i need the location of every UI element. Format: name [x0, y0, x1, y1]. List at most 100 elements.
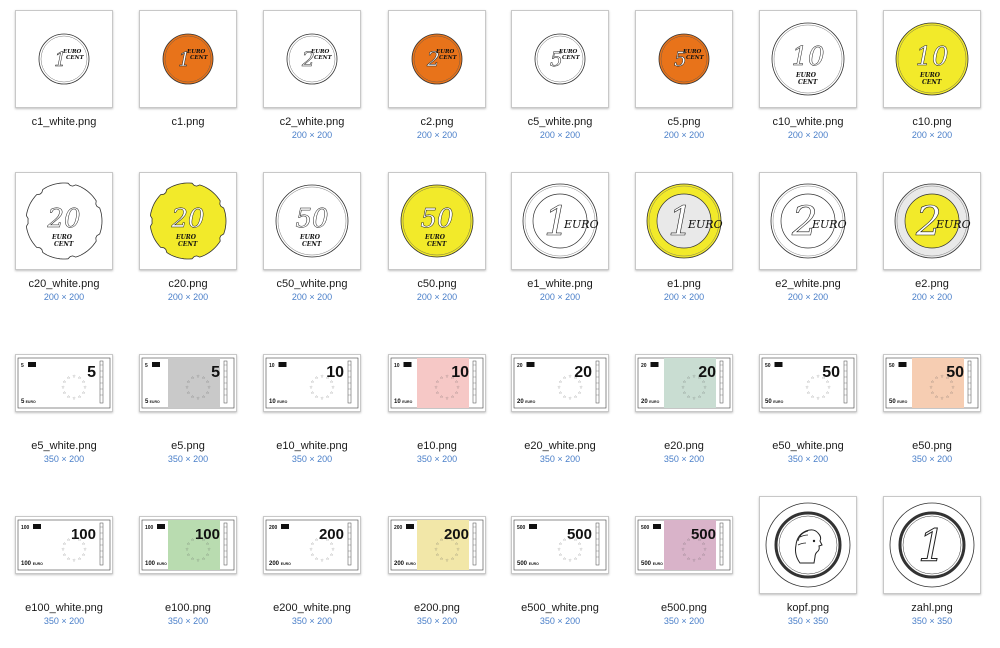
- file-thumbnail[interactable]: 200 200 ☆ ☆ ☆ ☆ ☆ ☆ ☆ ☆ ☆ ☆ ☆ ☆ 200 EURO: [388, 516, 486, 574]
- file-item[interactable]: 200 200 ☆ ☆ ☆ ☆ ☆ ☆ ☆ ☆ ☆ ☆ ☆ ☆ 200 EURO e200_white.png 3…: [250, 486, 374, 648]
- file-item[interactable]: 200 200 ☆ ☆ ☆ ☆ ☆ ☆ ☆ ☆ ☆ ☆ ☆ ☆ 200 EURO e200.png 350 × 2…: [375, 486, 499, 648]
- thumbnail-image: 5 5☆☆☆☆☆☆☆☆☆ ☆ ☆☆5 EURO: [17, 357, 111, 409]
- file-thumbnail[interactable]: 50 50 ☆ ☆ ☆ ☆ ☆ ☆ ☆ ☆ ☆ ☆ ☆ ☆ 50 EURO: [883, 354, 981, 412]
- file-name: c2.png: [420, 116, 454, 128]
- file-thumbnail[interactable]: 10 EURO CENT: [883, 10, 981, 108]
- note-star: ☆: [191, 537, 195, 542]
- file-item[interactable]: 10 EURO CENT c10.png 200 × 200: [870, 0, 994, 162]
- file-thumbnail[interactable]: 1 EURO CENT: [15, 10, 113, 108]
- file-name: c1.png: [171, 116, 205, 128]
- file-thumbnail[interactable]: 1 EURO: [635, 172, 733, 270]
- note-star: ☆: [940, 374, 944, 379]
- file-thumbnail[interactable]: 5 EURO CENT: [511, 10, 609, 108]
- note-bottom-label: EURO: [26, 400, 36, 404]
- coin-label-cent: CENT: [922, 79, 942, 86]
- file-thumbnail[interactable]: 2 EURO: [883, 172, 981, 270]
- file-thumbnail[interactable]: 10 EURO CENT: [759, 10, 857, 108]
- note-star: ☆: [191, 394, 195, 399]
- file-thumbnail[interactable]: 100 100 ☆ ☆ ☆ ☆ ☆ ☆ ☆ ☆ ☆ ☆ ☆ ☆ 100 EURO: [139, 516, 237, 574]
- file-item[interactable]: 100 100 ☆ ☆ ☆ ☆ ☆ ☆ ☆ ☆ ☆ ☆ ☆ ☆ 100 EURO e100_white.png 3…: [2, 486, 126, 648]
- file-item[interactable]: 1 EURO CENT c1.png: [126, 0, 250, 162]
- file-item[interactable]: 100 100 ☆ ☆ ☆ ☆ ☆ ☆ ☆ ☆ ☆ ☆ ☆ ☆ 100 EURO e100.png 350 × 2…: [126, 486, 250, 648]
- file-thumbnail[interactable]: 50 50 ☆ ☆ ☆ ☆ ☆ ☆ ☆ ☆ ☆ ☆ ☆ ☆ 50 EURO: [759, 354, 857, 412]
- note-star: ☆: [681, 385, 685, 390]
- file-thumbnail[interactable]: 50 EURO CENT: [263, 172, 361, 270]
- file-item[interactable]: 20 EURO CENT c20.png 200 × 200: [126, 162, 250, 324]
- file-item[interactable]: 1 EURO CENT c1_white.png: [2, 0, 126, 162]
- note-star: ☆: [827, 385, 831, 390]
- file-thumbnail[interactable]: 200 200 ☆ ☆ ☆ ☆ ☆ ☆ ☆ ☆ ☆ ☆ ☆ ☆ 200 EURO: [263, 516, 361, 574]
- file-item[interactable]: 10 10 ☆ ☆ ☆ ☆ ☆ ☆ ☆ ☆ ☆ ☆ ☆ ☆ 10 EURO e10.png 350 × 200: [375, 324, 499, 486]
- file-item[interactable]: 10 EURO CENT c10_white.png 200 × 200: [746, 0, 870, 162]
- file-item[interactable]: 2 EURO e2.png 200 × 200: [870, 162, 994, 324]
- coin-value: 10: [915, 42, 948, 72]
- file-thumbnail[interactable]: 50 EURO CENT: [388, 172, 486, 270]
- file-item[interactable]: 50 50 ☆ ☆ ☆ ☆ ☆ ☆ ☆ ☆ ☆ ☆ ☆ ☆ 50 EURO e50.png 350 × 200: [870, 324, 994, 486]
- thumbnail-image: 2EURO: [770, 183, 847, 259]
- coin-label: EURO: [935, 218, 971, 231]
- note-star: ☆: [950, 379, 954, 384]
- note-bottom-label: EURO: [529, 562, 539, 566]
- coin-label-cent: CENT: [439, 55, 458, 61]
- file-name: e100_white.png: [25, 602, 103, 614]
- file-item[interactable]: 50 EURO CENT c50_white.png 200 × 200: [250, 162, 374, 324]
- file-thumbnail[interactable]: 2 EURO CENT: [388, 10, 486, 108]
- file-thumbnail[interactable]: 500 500 ☆ ☆ ☆ ☆ ☆ ☆ ☆ ☆ ☆ ☆ ☆ ☆ 500 EURO: [635, 516, 733, 574]
- file-thumbnail[interactable]: 1 EURO CENT: [139, 10, 237, 108]
- file-item[interactable]: 5 5 ☆ ☆ ☆ ☆ ☆ ☆ ☆ ☆ ☆ ☆ ☆ ☆ 5 EURO e5.png 350 × 200: [126, 324, 250, 486]
- thumbnail-image: [765, 502, 851, 588]
- file-thumbnail[interactable]: 5 5 ☆ ☆ ☆ ☆ ☆ ☆ ☆ ☆ ☆ ☆ ☆ ☆ 5 EURO: [15, 354, 113, 412]
- file-item[interactable]: 1 EURO e1.png 200 × 200: [622, 162, 746, 324]
- file-item[interactable]: 1 zahl.png 350 × 350: [870, 486, 994, 648]
- file-name: kopf.png: [786, 602, 830, 614]
- note-star: ☆: [436, 390, 440, 395]
- note-corner-bar: [526, 362, 535, 367]
- file-item[interactable]: kopf.png 350 × 350: [746, 486, 870, 648]
- note-star: ☆: [456, 547, 460, 552]
- file-item[interactable]: 500 500 ☆ ☆ ☆ ☆ ☆ ☆ ☆ ☆ ☆ ☆ ☆ ☆ 500 EURO e500_white.png 3…: [498, 486, 622, 648]
- file-item[interactable]: 5 EURO CENT c5.png 200 × 200: [622, 0, 746, 162]
- note-star: ☆: [445, 396, 449, 401]
- file-thumbnail[interactable]: 100 100 ☆ ☆ ☆ ☆ ☆ ☆ ☆ ☆ ☆ ☆ ☆ ☆ 100 EURO: [15, 516, 113, 574]
- file-item[interactable]: 50 50 ☆ ☆ ☆ ☆ ☆ ☆ ☆ ☆ ☆ ☆ ☆ ☆ 50 EURO e50_white.png 350 ×…: [746, 324, 870, 486]
- file-item[interactable]: 5 EURO CENT c5_white.png 200 × 200: [498, 0, 622, 162]
- note-star: ☆: [67, 375, 71, 380]
- file-thumbnail[interactable]: 20 20 ☆ ☆ ☆ ☆ ☆ ☆ ☆ ☆ ☆ ☆ ☆ ☆ 20 EURO: [511, 354, 609, 412]
- file-thumbnail[interactable]: [759, 496, 857, 594]
- note-corner-bar: [278, 362, 287, 367]
- file-item[interactable]: 50 EURO CENT c50.png 200 × 200: [375, 162, 499, 324]
- file-dimensions: 200 × 200: [291, 292, 333, 302]
- file-thumbnail[interactable]: 5 EURO CENT: [635, 10, 733, 108]
- note-bottom-label: EURO: [653, 562, 663, 566]
- file-thumbnail[interactable]: 2 EURO CENT: [263, 10, 361, 108]
- note-star: ☆: [191, 556, 195, 561]
- file-thumbnail[interactable]: 1: [883, 496, 981, 594]
- file-item[interactable]: 5 5 ☆ ☆ ☆ ☆ ☆ ☆ ☆ ☆ ☆ ☆ ☆ ☆ 5 EURO e5_white.png 350 × 200: [2, 324, 126, 486]
- file-item[interactable]: 1 EURO e1_white.png 200 × 200: [498, 162, 622, 324]
- note-star: ☆: [330, 541, 334, 546]
- file-thumbnail[interactable]: 1 EURO: [511, 172, 609, 270]
- note-corner-value: 500: [641, 525, 650, 531]
- file-thumbnail[interactable]: 20 EURO CENT: [139, 172, 237, 270]
- thumbnail-image: 500 500☆☆☆☆☆☆☆☆☆ ☆ ☆☆500 EURO: [513, 519, 607, 571]
- note-star: ☆: [191, 375, 195, 380]
- file-thumbnail[interactable]: 2 EURO: [759, 172, 857, 270]
- file-name: e20_white.png: [524, 440, 596, 452]
- file-item[interactable]: 20 EURO CENT c20_white.png 200 × 200: [2, 162, 126, 324]
- note-star: ☆: [440, 394, 444, 399]
- file-thumbnail[interactable]: 10 10 ☆ ☆ ☆ ☆ ☆ ☆ ☆ ☆ ☆ ☆ ☆ ☆ 10 EURO: [263, 354, 361, 412]
- file-item[interactable]: 2 EURO e2_white.png 200 × 200: [746, 162, 870, 324]
- file-thumbnail[interactable]: 500 500 ☆ ☆ ☆ ☆ ☆ ☆ ☆ ☆ ☆ ☆ ☆ ☆ 500 EURO: [511, 516, 609, 574]
- file-thumbnail[interactable]: 20 EURO CENT: [15, 172, 113, 270]
- file-thumbnail[interactable]: 10 10 ☆ ☆ ☆ ☆ ☆ ☆ ☆ ☆ ☆ ☆ ☆ ☆ 10 EURO: [388, 354, 486, 412]
- file-item[interactable]: 10 10 ☆ ☆ ☆ ☆ ☆ ☆ ☆ ☆ ☆ ☆ ☆ ☆ 10 EURO e10_white.png 350 ×…: [250, 324, 374, 486]
- file-name: e20.png: [664, 440, 704, 452]
- file-item[interactable]: 2 EURO CENT c2.png 200 × 200: [375, 0, 499, 162]
- file-thumbnail[interactable]: 20 20 ☆ ☆ ☆ ☆ ☆ ☆ ☆ ☆ ☆ ☆ ☆ ☆ 20 EURO: [635, 354, 733, 412]
- file-item[interactable]: 20 20 ☆ ☆ ☆ ☆ ☆ ☆ ☆ ☆ ☆ ☆ ☆ ☆ 20 EURO e20_white.png 350 ×…: [498, 324, 622, 486]
- file-item[interactable]: 500 500 ☆ ☆ ☆ ☆ ☆ ☆ ☆ ☆ ☆ ☆ ☆ ☆ 500 EURO e500.png 350 × 2…: [622, 486, 746, 648]
- note-corner-value: 20: [517, 363, 523, 369]
- file-item[interactable]: 20 20 ☆ ☆ ☆ ☆ ☆ ☆ ☆ ☆ ☆ ☆ ☆ ☆ 20 EURO e20.png 350 × 200: [622, 324, 746, 486]
- file-thumbnail[interactable]: 5 5 ☆ ☆ ☆ ☆ ☆ ☆ ☆ ☆ ☆ ☆ ☆ ☆ 5 EURO: [139, 354, 237, 412]
- file-item[interactable]: 2 EURO CENT c2_white.png 200 × 200: [250, 0, 374, 162]
